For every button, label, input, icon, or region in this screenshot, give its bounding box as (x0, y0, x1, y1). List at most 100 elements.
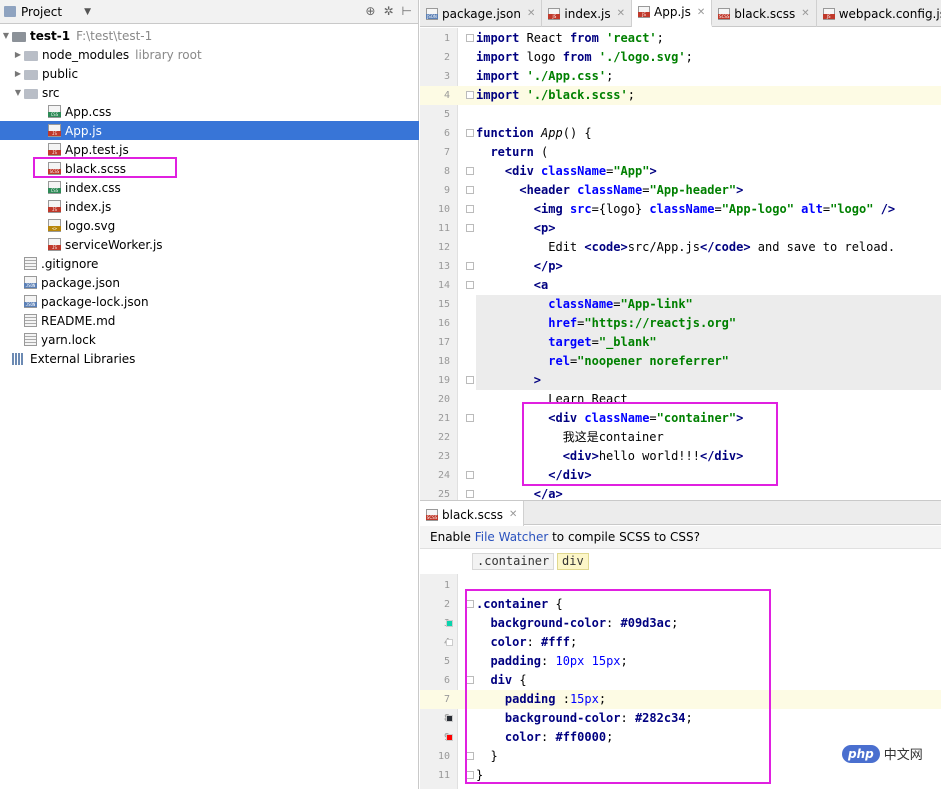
folder-icon (24, 88, 38, 99)
fold-marker-icon[interactable] (466, 414, 474, 422)
close-icon[interactable]: ✕ (509, 509, 517, 520)
tab-label: webpack.config.js (838, 6, 941, 21)
collapsed-arrow-icon[interactable]: ▶ (12, 69, 24, 78)
line-number: 6 (443, 128, 450, 139)
code-text: Edit <code>src/App.js</code> and save to… (476, 240, 896, 254)
notification-text: Enable (430, 530, 475, 544)
tree-item-hint: F:\test\test-1 (76, 28, 153, 43)
tree-item[interactable]: ▼ test-1 F:\test\test-1 (0, 26, 419, 45)
line-number: 10 (437, 204, 450, 215)
file-watcher-link[interactable]: File Watcher (475, 530, 549, 544)
tree-item-label: App.js (65, 123, 102, 138)
tree-item[interactable]: JSON package-lock.json (0, 292, 419, 311)
expanded-arrow-icon[interactable]: ▼ (12, 88, 24, 97)
tree-item[interactable]: JS App.js (0, 121, 419, 140)
tree-item[interactable]: CSS App.css (0, 102, 419, 121)
code-text: > (533, 373, 542, 387)
color-swatch-icon[interactable] (446, 620, 453, 627)
tree-item[interactable]: JS serviceWorker.js (0, 235, 419, 254)
code-line: 19 > (420, 371, 941, 390)
folder-icon (24, 69, 38, 80)
fold-marker-icon[interactable] (466, 167, 474, 175)
tree-item[interactable]: yarn.lock (0, 330, 419, 349)
line-number: 13 (437, 261, 450, 272)
code-line: 4 import './black.scss'; (420, 86, 941, 105)
code-text: target="_blank" (548, 335, 657, 349)
collapsed-arrow-icon[interactable]: ▶ (12, 50, 24, 59)
code-text: import logo from './logo.svg'; (476, 50, 693, 64)
scroll-from-source-icon[interactable]: ⊕ (365, 4, 375, 18)
js-file-icon: JS (48, 200, 61, 213)
chevron-down-icon[interactable]: ▼ (84, 7, 91, 17)
highlight-box (522, 402, 778, 486)
tree-item[interactable]: README.md (0, 311, 419, 330)
breadcrumb-div[interactable]: div (557, 553, 589, 570)
fold-marker-icon[interactable] (466, 376, 474, 384)
color-swatch-icon[interactable] (446, 639, 453, 646)
tree-item-label: test-1 (30, 28, 71, 43)
appjs-editor[interactable]: 1 import React from 'react'; 2 import logo … (420, 28, 941, 500)
tree-item[interactable]: JSON package.json (0, 273, 419, 292)
project-icon (4, 6, 16, 17)
gear-icon[interactable]: ✲ (383, 4, 393, 18)
file-type-icon: JSON (426, 7, 438, 20)
fold-marker-icon[interactable] (466, 224, 474, 232)
breadcrumb-container[interactable]: .container (472, 553, 555, 570)
code-line: 3 import './App.css'; (420, 67, 941, 86)
editor-tab[interactable]: JS App.js ✕ (632, 0, 713, 27)
line-number: 16 (437, 318, 450, 329)
tab-label: App.js (654, 5, 691, 19)
color-swatch-icon[interactable] (446, 734, 453, 741)
line-number: 23 (437, 451, 450, 462)
project-panel: Project ▼ ⊕ ✲ ⊢ ▼ test-1 F:\test\test-1 ▶ no… (0, 0, 419, 789)
tree-item[interactable]: <> logo.svg (0, 216, 419, 235)
collapse-icon[interactable]: ⊢ (402, 4, 412, 18)
tree-item[interactable]: CSS index.css (0, 178, 419, 197)
editor-tab[interactable]: JSON package.json ✕ (420, 0, 543, 27)
library-icon (12, 352, 26, 365)
fold-marker-icon[interactable] (466, 281, 474, 289)
editor-tab[interactable]: SCSS black.scss ✕ (712, 0, 817, 27)
tab-label: package.json (442, 6, 522, 21)
highlight-box (465, 589, 771, 784)
line-number: 15 (437, 299, 450, 310)
line-number: 7 (443, 147, 450, 158)
code-text: import './black.scss'; (476, 88, 635, 102)
line-number: 22 (437, 432, 450, 443)
fold-marker-icon[interactable] (466, 91, 474, 99)
editor-tab[interactable]: JSwebpack.config.js✕ (817, 0, 941, 27)
bottom-editor-tab-bar: SCSS black.scss ✕ (420, 500, 941, 528)
fold-marker-icon[interactable] (466, 186, 474, 194)
fold-marker-icon[interactable] (466, 129, 474, 137)
breadcrumb: .container div (420, 549, 941, 573)
tree-item[interactable]: .gitignore (0, 254, 419, 273)
close-icon[interactable]: ✕ (801, 8, 809, 19)
scss-file-icon: SCSS (426, 508, 438, 521)
line-number: 9 (443, 185, 450, 196)
fold-marker-icon[interactable] (466, 205, 474, 213)
close-icon[interactable]: ✕ (617, 8, 625, 19)
ide-window: Project ▼ ⊕ ✲ ⊢ ▼ test-1 F:\test\test-1 ▶ no… (0, 0, 941, 789)
expanded-arrow-icon[interactable]: ▼ (0, 31, 12, 40)
tree-item-label: App.test.js (65, 142, 129, 157)
tab-black-scss[interactable]: SCSS black.scss ✕ (420, 501, 525, 528)
tree-item[interactable]: ▶ public (0, 64, 419, 83)
code-text: </p> (533, 259, 563, 273)
tree-item-label: serviceWorker.js (65, 237, 163, 252)
tree-item[interactable]: JS index.js (0, 197, 419, 216)
tree-item[interactable]: ▶ node_modules library root (0, 45, 419, 64)
tree-item-label: External Libraries (30, 351, 136, 366)
fold-marker-icon[interactable] (466, 262, 474, 270)
fold-marker-icon[interactable] (466, 490, 474, 498)
code-line: 7 return ( (420, 143, 941, 162)
editor-tab[interactable]: JS index.js ✕ (542, 0, 633, 27)
tree-item[interactable]: External Libraries (0, 349, 419, 368)
code-line: 13 </p> (420, 257, 941, 276)
fold-marker-icon[interactable] (466, 471, 474, 479)
close-icon[interactable]: ✕ (527, 8, 535, 19)
file-type-icon: JS (548, 7, 561, 20)
close-icon[interactable]: ✕ (697, 7, 705, 18)
color-swatch-icon[interactable] (446, 715, 453, 722)
tree-item[interactable]: ▼ src (0, 83, 419, 102)
fold-marker-icon[interactable] (466, 34, 474, 42)
